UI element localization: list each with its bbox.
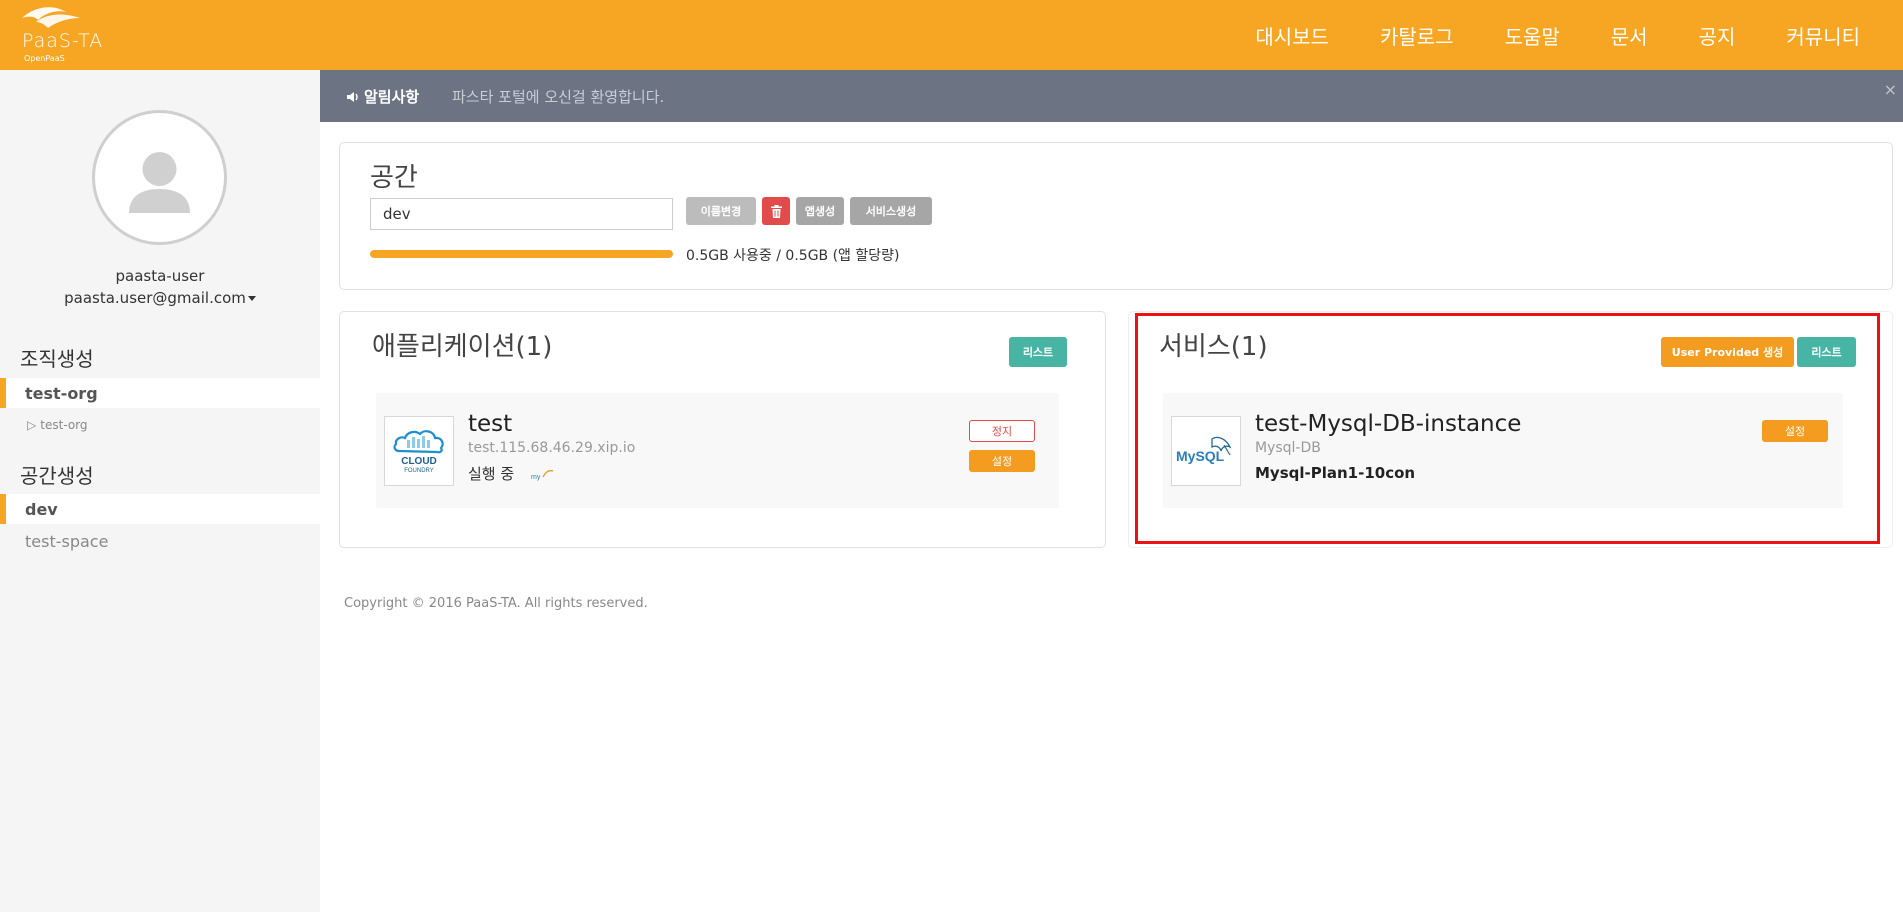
nav-community[interactable]: 커뮤니티 — [1786, 21, 1860, 50]
paasta-logo[interactable]: PaaS-TA OpenPaaS — [18, 4, 138, 66]
applications-list-button[interactable]: 리스트 — [1009, 337, 1067, 367]
logo-brand-text: PaaS-TA — [22, 30, 104, 52]
notice-bar: 알림사항 파스타 포털에 오신걸 환영합니다. × — [320, 70, 1903, 122]
stop-button[interactable]: 정지 — [969, 420, 1035, 442]
applications-title: 애플리케이션(1) — [372, 332, 553, 362]
sidebar-subitem-test-org[interactable]: ▷ test-org — [0, 410, 320, 440]
trash-icon — [770, 204, 782, 218]
quota-progress-bar — [370, 250, 673, 258]
footer-copyright: Copyright © 2016 PaaS-TA. All rights res… — [344, 596, 648, 611]
applications-panel: 애플리케이션(1) 리스트 CLOUD FOUNDRY test test.11… — [339, 311, 1106, 548]
cloud-foundry-logo: CLOUD FOUNDRY — [384, 416, 454, 486]
notice-label: 알림사항 — [346, 86, 419, 107]
svg-text:my: my — [531, 474, 541, 481]
app-card-test[interactable]: CLOUD FOUNDRY test test.115.68.46.29.xip… — [376, 393, 1059, 508]
mysql-mini-icon: my — [531, 470, 554, 481]
thumb-line2: FOUNDRY — [404, 468, 434, 474]
app-settings-button[interactable]: 설정 — [969, 450, 1035, 472]
notice-close-icon[interactable]: × — [1884, 80, 1897, 99]
sidebar-subitem-label: test-org — [40, 418, 88, 432]
org-section-title[interactable]: 조직생성 — [20, 343, 94, 372]
sidebar-item-space-test-space[interactable]: test-space — [0, 526, 320, 556]
space-panel: 공간 이름변경 앱생성 서비스생성 0.5GB 사용중 / 0.5GB (앱 할… — [339, 142, 1893, 290]
app-status-text: 실행 중 — [468, 465, 515, 483]
highlight-box — [1135, 313, 1880, 544]
nav-notice[interactable]: 공지 — [1699, 21, 1736, 50]
speaker-icon — [347, 92, 358, 102]
notice-message: 파스타 포털에 오신걸 환영합니다. — [452, 88, 665, 106]
triangle-right-icon: ▷ — [27, 418, 37, 432]
main-nav: 대시보드 카탈로그 도움말 문서 공지 커뮤니티 — [1255, 0, 1903, 70]
nav-help[interactable]: 도움말 — [1505, 21, 1560, 50]
avatar — [92, 110, 227, 245]
user-silhouette-icon — [129, 152, 190, 213]
user-email-text: paasta.user@gmail.com — [64, 289, 246, 307]
caret-down-icon — [247, 296, 256, 301]
logo-sub-text: OpenPaaS — [24, 54, 65, 63]
sidebar-item-space-dev[interactable]: dev — [0, 494, 320, 524]
user-email-dropdown[interactable]: paasta.user@gmail.com — [0, 289, 320, 307]
create-service-button[interactable]: 서비스생성 — [850, 197, 932, 225]
nav-catalog[interactable]: 카탈로그 — [1380, 21, 1454, 50]
user-name: paasta-user — [115, 267, 205, 285]
nav-dashboard[interactable]: 대시보드 — [1255, 21, 1329, 50]
space-section-title[interactable]: 공간생성 — [20, 460, 94, 489]
sidebar: paasta-user paasta.user@gmail.com 조직생성 t… — [0, 70, 320, 912]
nav-docs[interactable]: 문서 — [1611, 21, 1648, 50]
space-name-input[interactable] — [370, 198, 673, 230]
sidebar-item-org-test-org[interactable]: test-org — [0, 378, 320, 408]
space-title: 공간 — [370, 163, 418, 193]
quota-usage-text: 0.5GB 사용중 / 0.5GB (앱 할당량) — [686, 248, 900, 264]
app-status: 실행 중 my — [468, 463, 555, 484]
quota-progress-fill — [370, 250, 673, 258]
cloud-foundry-icon: CLOUD FOUNDRY — [393, 430, 444, 474]
top-header: PaaS-TA OpenPaaS 대시보드 카탈로그 도움말 문서 공지 커뮤니… — [0, 0, 1903, 70]
thumb-line1: CLOUD — [401, 456, 437, 467]
rename-button[interactable]: 이름변경 — [686, 197, 756, 225]
delete-space-button[interactable] — [762, 197, 790, 225]
notice-label-text: 알림사항 — [364, 88, 420, 106]
app-url[interactable]: test.115.68.46.29.xip.io — [468, 440, 635, 456]
app-name[interactable]: test — [468, 411, 512, 437]
create-app-button[interactable]: 앱생성 — [796, 197, 844, 225]
